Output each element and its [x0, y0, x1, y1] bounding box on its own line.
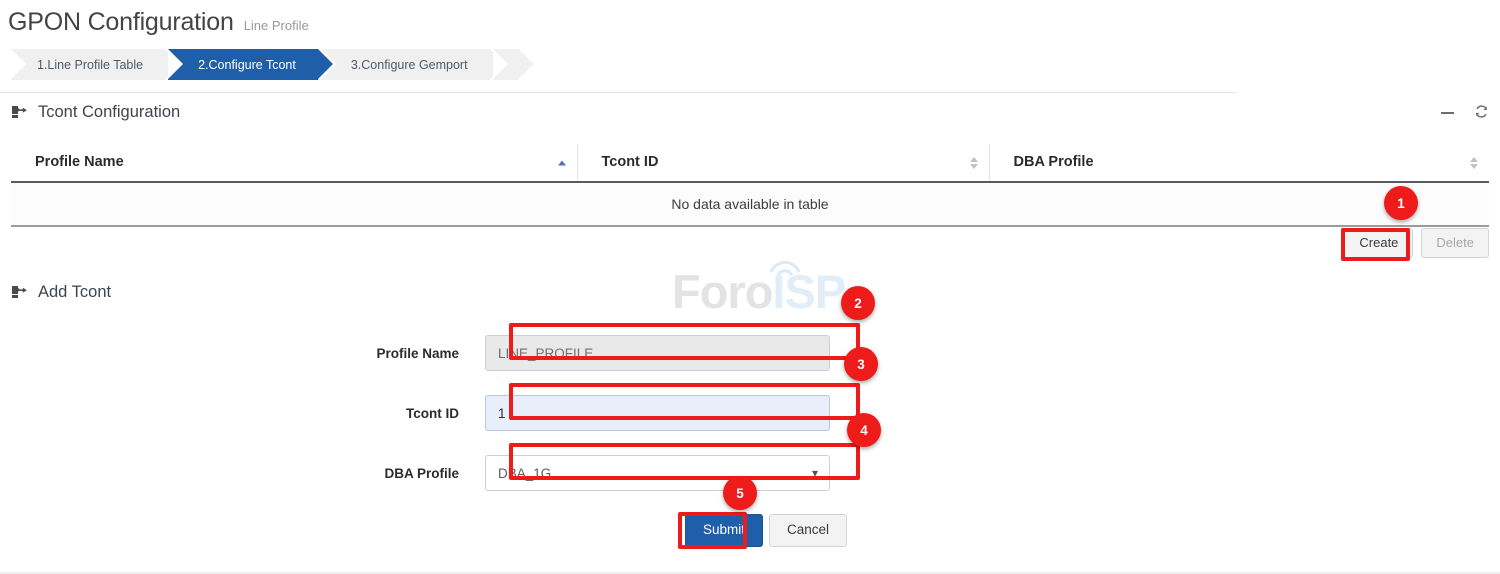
watermark-foro: Foro	[672, 265, 772, 318]
dba-profile-select-wrap: DBA_1G ▾	[485, 455, 830, 491]
watermark: ForoISP	[672, 264, 845, 319]
annotation-badge-1: 1	[1384, 186, 1418, 220]
wizard-step-tail	[493, 49, 519, 80]
tcont-id-label: Tcont ID	[0, 406, 485, 421]
annotation-badge-3: 3	[844, 347, 878, 381]
annotation-badge-5: 5	[723, 476, 757, 510]
wizard-steps: 1.Line Profile Table 2.Configure Tcont 3…	[0, 49, 1236, 93]
create-button[interactable]: Create	[1344, 228, 1413, 258]
tcont-configuration-panel-header: Tcont Configuration	[11, 103, 1489, 122]
wizard-step-1-label: 1.Line Profile Table	[37, 58, 143, 72]
page-title: GPON Configuration	[8, 8, 234, 37]
submit-button[interactable]: Submit	[685, 514, 763, 547]
form-button-bar: Submit Cancel	[685, 514, 847, 547]
column-header-tcont-id[interactable]: Tcont ID	[577, 144, 989, 182]
cancel-button[interactable]: Cancel	[769, 514, 847, 547]
wizard-step-2[interactable]: 2.Configure Tcont	[168, 49, 318, 80]
table-head: Profile Name Tcont ID DBA Profile	[11, 144, 1489, 182]
column-header-dba-profile-label: DBA Profile	[1014, 154, 1094, 170]
column-header-profile-name[interactable]: Profile Name	[11, 144, 577, 182]
minus-icon[interactable]	[1441, 112, 1454, 114]
watermark-isp: ISP	[772, 265, 845, 318]
profile-name-label: Profile Name	[0, 346, 485, 361]
annotation-badge-4: 4	[847, 413, 881, 447]
wizard-step-1[interactable]: 1.Line Profile Table	[11, 49, 165, 80]
sort-none-icon	[970, 157, 978, 169]
delete-button: Delete	[1421, 228, 1489, 258]
table-empty-message: No data available in table	[11, 182, 1489, 226]
refresh-icon[interactable]	[1474, 104, 1489, 122]
dba-profile-field[interactable]: DBA_1G	[485, 455, 830, 491]
wizard-step-3-label: 3.Configure Gemport	[351, 58, 468, 72]
panel-tools	[1441, 104, 1489, 122]
annotation-badge-2: 2	[841, 286, 875, 320]
puzzle-icon	[11, 105, 28, 120]
sort-none-icon	[1470, 157, 1478, 169]
wizard-step-2-label: 2.Configure Tcont	[198, 58, 296, 72]
tcont-id-field[interactable]	[485, 395, 830, 431]
column-header-profile-name-label: Profile Name	[35, 154, 124, 170]
page-header: GPON Configuration Line Profile	[8, 8, 309, 37]
page-subtitle: Line Profile	[244, 18, 309, 33]
table-body: No data available in table	[11, 182, 1489, 226]
tcont-table: Profile Name Tcont ID DBA Profile No dat	[11, 144, 1489, 227]
wizard-step-3[interactable]: 3.Configure Gemport	[321, 49, 490, 80]
table-header-row: Profile Name Tcont ID DBA Profile	[11, 144, 1489, 182]
panel-title: Tcont Configuration	[38, 103, 180, 122]
column-header-dba-profile[interactable]: DBA Profile	[989, 144, 1489, 182]
column-header-tcont-id-label: Tcont ID	[602, 154, 659, 170]
profile-name-field	[485, 335, 830, 371]
table-empty-row: No data available in table	[11, 182, 1489, 226]
sort-ascending-icon	[558, 160, 566, 165]
add-tcont-section-header: Add Tcont	[11, 283, 111, 302]
table-action-bar: Create Delete	[1344, 228, 1489, 258]
puzzle-icon	[11, 285, 28, 300]
dba-profile-label: DBA Profile	[0, 466, 485, 481]
form-row-profile-name: Profile Name	[0, 323, 1500, 383]
add-tcont-form: Profile Name Tcont ID DBA Profile DBA_1G…	[0, 323, 1500, 503]
watermark-wifi-arc	[768, 258, 802, 276]
section-title: Add Tcont	[38, 283, 111, 302]
form-row-tcont-id: Tcont ID	[0, 383, 1500, 443]
